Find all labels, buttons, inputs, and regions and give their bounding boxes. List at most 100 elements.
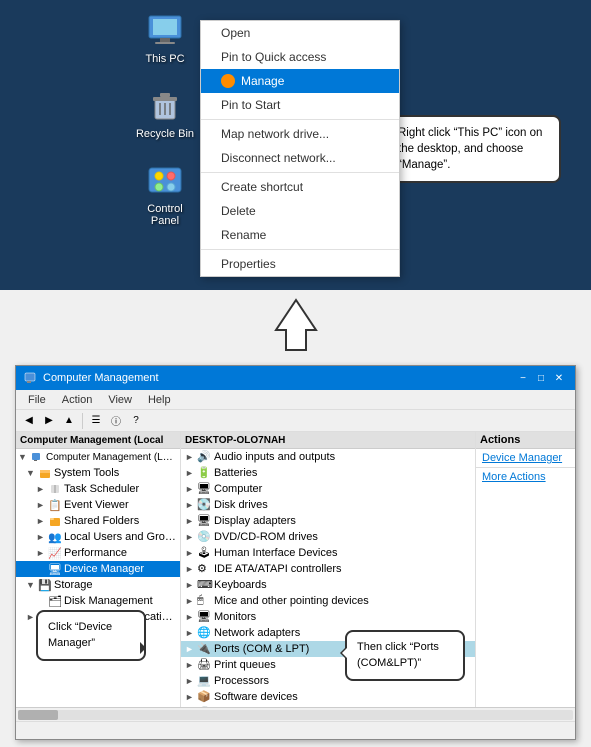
toolbar-show-hide[interactable]: ☰ bbox=[87, 412, 105, 430]
toolbar-help[interactable]: ? bbox=[127, 412, 145, 430]
context-rename[interactable]: Rename bbox=[201, 223, 399, 247]
maximize-button[interactable]: □ bbox=[533, 370, 549, 386]
tree-ts-label: Task Scheduler bbox=[64, 483, 139, 495]
tree-ev-expand: ► bbox=[36, 500, 48, 510]
menu-help[interactable]: Help bbox=[140, 392, 179, 408]
separator-1 bbox=[201, 119, 399, 120]
toolbar-up[interactable]: ▲ bbox=[60, 412, 78, 430]
context-disconnect[interactable]: Disconnect network... bbox=[201, 146, 399, 170]
tree-task-scheduler[interactable]: ► Task Scheduler bbox=[16, 481, 180, 497]
this-pc-icon[interactable]: This PC bbox=[135, 10, 195, 65]
tree-event-viewer[interactable]: ► 📋 Event Viewer bbox=[16, 497, 180, 513]
tree-stor-label: Storage bbox=[54, 579, 93, 591]
disk-icon: 💽 bbox=[197, 498, 211, 512]
context-pin-start[interactable]: Pin to Start bbox=[201, 93, 399, 117]
device-software[interactable]: ► 📦 Software devices bbox=[181, 689, 475, 705]
scrollbar-thumb bbox=[18, 710, 58, 720]
tree-sf-label: Shared Folders bbox=[64, 515, 139, 527]
context-manage[interactable]: Manage bbox=[201, 69, 399, 93]
tree-lu-label: Local Users and Groups bbox=[64, 531, 178, 543]
tree-disk-label: Disk Management bbox=[64, 595, 153, 607]
tree-cm-icon bbox=[30, 450, 44, 464]
computer-icon: 🖥 bbox=[197, 482, 211, 496]
window-icon bbox=[24, 371, 38, 385]
arrow-section bbox=[0, 290, 591, 360]
tree-shared-folders[interactable]: ► Shared Folders bbox=[16, 513, 180, 529]
down-arrow bbox=[271, 295, 321, 355]
device-ide[interactable]: ► ⚙ IDE ATA/ATAPI controllers bbox=[181, 561, 475, 577]
window-title: Computer Management bbox=[43, 372, 515, 384]
tree-storage[interactable]: ▼ 💾 Storage bbox=[16, 577, 180, 593]
device-batteries[interactable]: ► 🔋 Batteries bbox=[181, 465, 475, 481]
monitor-icon: 🖥 bbox=[197, 610, 211, 624]
context-delete[interactable]: Delete bbox=[201, 199, 399, 223]
software-icon: 📦 bbox=[197, 690, 211, 704]
menu-action[interactable]: Action bbox=[54, 392, 101, 408]
toolbar-back[interactable]: ◀ bbox=[20, 412, 38, 430]
device-hid[interactable]: ► 🕹 Human Interface Devices bbox=[181, 545, 475, 561]
right-panel-header: Actions bbox=[476, 432, 575, 449]
ports-callout: Then click “Ports (COM&LPT)” bbox=[345, 630, 465, 681]
tree-disk-mgmt[interactable]: 🗂 Disk Management bbox=[16, 593, 180, 609]
context-open[interactable]: Open bbox=[201, 21, 399, 45]
network-icon: 🌐 bbox=[197, 626, 211, 640]
tree-sf-icon bbox=[48, 514, 62, 528]
titlebar: Computer Management − □ ✕ bbox=[16, 366, 575, 390]
menubar: File Action View Help bbox=[16, 390, 575, 410]
tree-system-tools[interactable]: ▼ System Tools bbox=[16, 465, 180, 481]
device-audio[interactable]: ► 🔊 Audio inputs and outputs bbox=[181, 449, 475, 465]
device-computer[interactable]: ► 🖥 Computer bbox=[181, 481, 475, 497]
ide-icon: ⚙ bbox=[197, 562, 211, 576]
device-sound[interactable]: ► 🔊 Sound, video and game controllers bbox=[181, 705, 475, 707]
top-callout-text: Right click “This PC” icon on the deskto… bbox=[398, 127, 542, 171]
scrollbar-horizontal[interactable] bbox=[16, 707, 575, 721]
close-button[interactable]: ✕ bbox=[551, 370, 567, 386]
device-monitors[interactable]: ► 🖥 Monitors bbox=[181, 609, 475, 625]
tree-st-icon bbox=[38, 466, 52, 480]
recycle-bin-label: Recycle Bin bbox=[136, 128, 194, 140]
toolbar-forward[interactable]: ▶ bbox=[40, 412, 58, 430]
tree-disk-icon: 🗂 bbox=[48, 594, 62, 608]
tree-lu-icon: 👥 bbox=[48, 530, 62, 544]
tree-performance[interactable]: ► 📈 Performance bbox=[16, 545, 180, 561]
minimize-button[interactable]: − bbox=[515, 370, 531, 386]
menu-file[interactable]: File bbox=[20, 392, 54, 408]
toolbar-properties[interactable]: ⓘ bbox=[107, 412, 125, 430]
action-device-manager[interactable]: Device Manager bbox=[476, 449, 575, 467]
statusbar bbox=[16, 721, 575, 739]
tree-perf-icon: 📈 bbox=[48, 546, 62, 560]
action-more-actions[interactable]: More Actions bbox=[476, 468, 575, 486]
right-header-text: Actions bbox=[480, 434, 520, 446]
tree-dm-icon: 🖥 bbox=[48, 562, 62, 576]
control-panel-icon[interactable]: Control Panel bbox=[135, 160, 195, 227]
audio-icon: 🔊 bbox=[197, 450, 211, 464]
tree-perf-expand: ► bbox=[36, 548, 48, 558]
device-display[interactable]: ► 🖥 Display adapters bbox=[181, 513, 475, 529]
ports-callout-text: Then click “Ports (COM&LPT)” bbox=[357, 641, 439, 668]
menu-view[interactable]: View bbox=[100, 392, 140, 408]
device-dvd[interactable]: ► 💿 DVD/CD-ROM drives bbox=[181, 529, 475, 545]
desktop-section: This PC Recycle Bin Control P bbox=[0, 0, 591, 290]
context-menu: Open Pin to Quick access Manage Pin to S… bbox=[200, 20, 400, 277]
context-create-shortcut[interactable]: Create shortcut bbox=[201, 175, 399, 199]
window-body: Computer Management (Local ▼ Computer Ma… bbox=[16, 432, 575, 721]
tree-expand-icon: ▼ bbox=[18, 452, 30, 462]
context-pin-quick[interactable]: Pin to Quick access bbox=[201, 45, 399, 69]
device-keyboards[interactable]: ► ⌨ Keyboards bbox=[181, 577, 475, 593]
computer-management-window: Computer Management − □ ✕ File Action Vi… bbox=[15, 365, 576, 740]
tree-perf-label: Performance bbox=[64, 547, 127, 559]
left-panel-header: Computer Management (Local bbox=[16, 432, 180, 449]
tree-computer-management[interactable]: ▼ Computer Management (Local bbox=[16, 449, 180, 465]
tree-ev-label: Event Viewer bbox=[64, 499, 129, 511]
context-map-network[interactable]: Map network drive... bbox=[201, 122, 399, 146]
device-disk[interactable]: ► 💽 Disk drives bbox=[181, 497, 475, 513]
context-properties[interactable]: Properties bbox=[201, 252, 399, 276]
dm-callout-text: Click “Device Manager” bbox=[48, 621, 112, 648]
tree-cm-label: Computer Management (Local bbox=[46, 452, 178, 463]
toolbar-separator bbox=[82, 413, 83, 429]
tree-stor-icon: 💾 bbox=[38, 578, 52, 592]
tree-local-users[interactable]: ► 👥 Local Users and Groups bbox=[16, 529, 180, 545]
device-mice[interactable]: ► 🖱 Mice and other pointing devices bbox=[181, 593, 475, 609]
tree-device-manager[interactable]: 🖥 Device Manager bbox=[16, 561, 180, 577]
recycle-bin-icon[interactable]: Recycle Bin bbox=[135, 85, 195, 140]
